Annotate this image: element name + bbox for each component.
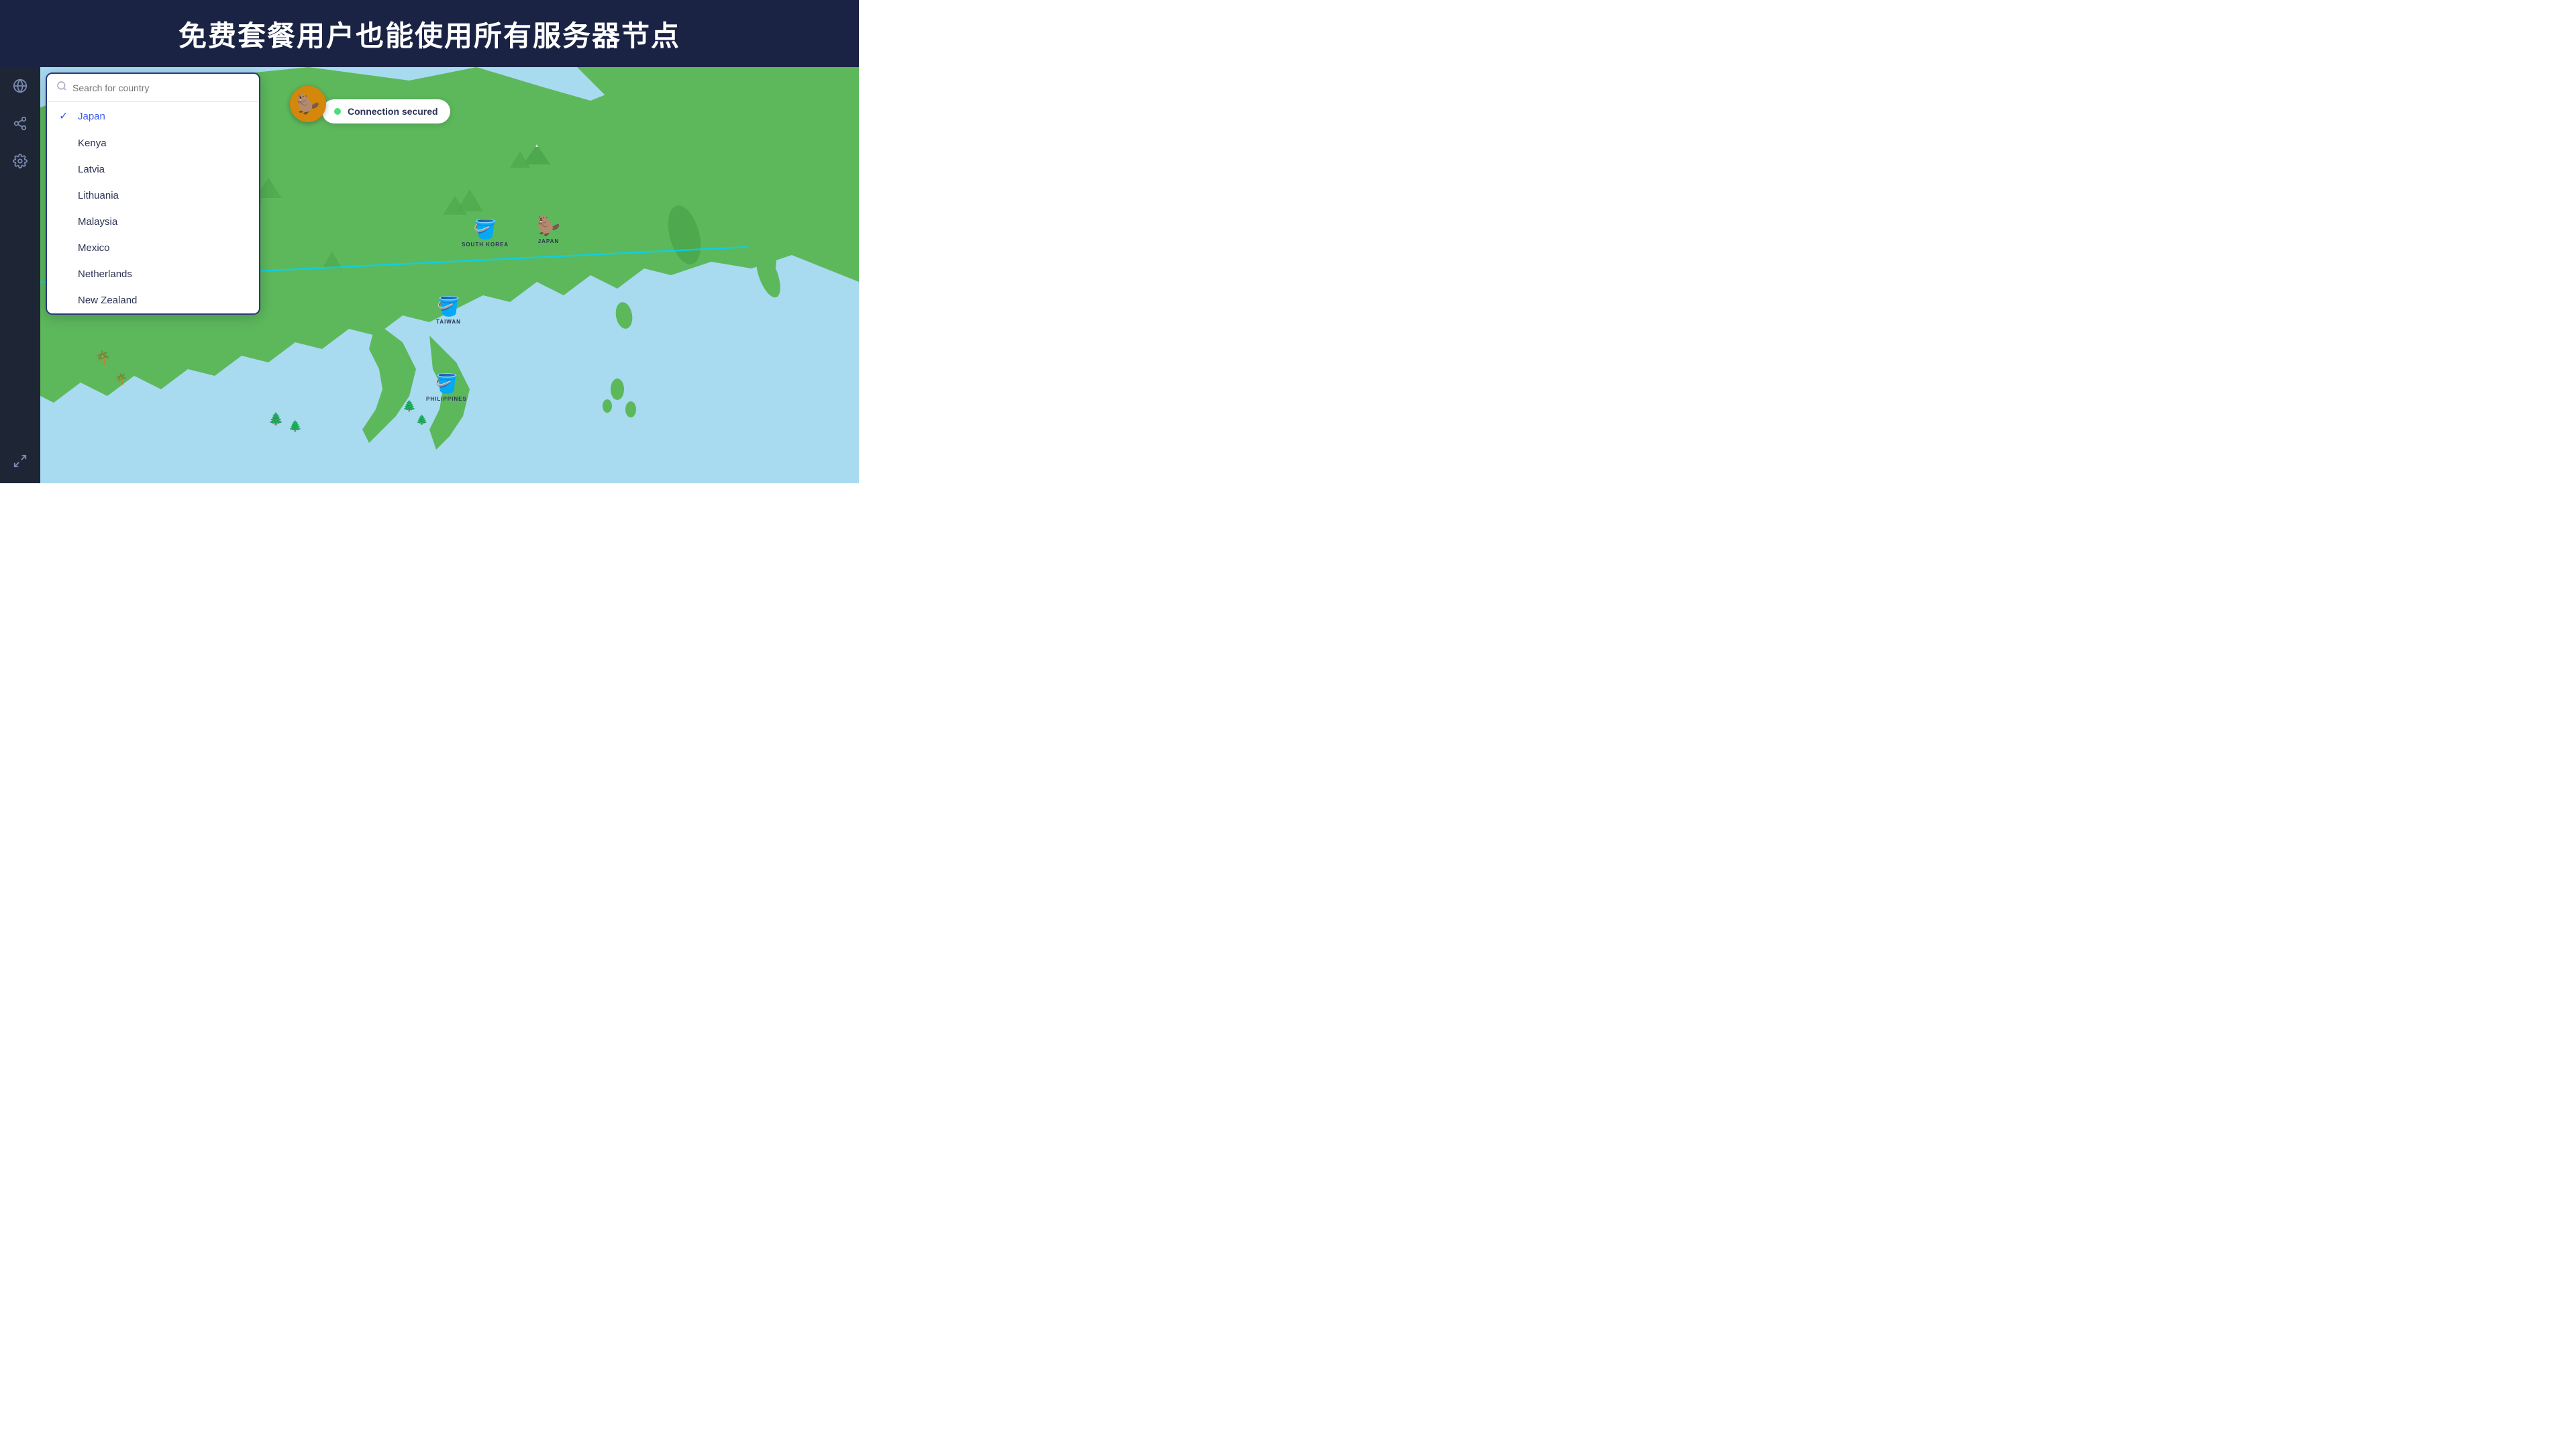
country-name: Japan bbox=[78, 111, 105, 122]
beaver-mascot: 🦫 bbox=[290, 86, 326, 122]
marker-japan[interactable]: 🦫 JAPAN bbox=[537, 215, 560, 244]
globe-icon[interactable] bbox=[8, 74, 32, 98]
marker-icon-south-korea: 🪣 bbox=[474, 218, 497, 240]
connection-status-text: Connection secured bbox=[348, 106, 438, 117]
search-box bbox=[47, 74, 259, 102]
country-name: Netherlands bbox=[78, 268, 132, 280]
beaver-icon: 🦫 bbox=[290, 86, 326, 122]
marker-label-japan: JAPAN bbox=[538, 238, 560, 244]
marker-icon-taiwan: 🪣 bbox=[437, 295, 460, 317]
country-name: Malaysia bbox=[78, 216, 117, 228]
country-name: Kenya bbox=[78, 138, 107, 149]
share-icon[interactable] bbox=[8, 111, 32, 136]
marker-south-korea[interactable]: 🪣 SOUTH KOREA bbox=[462, 218, 509, 248]
sidebar bbox=[0, 67, 40, 483]
connection-status-dot bbox=[334, 108, 341, 115]
country-item[interactable]: Malaysia bbox=[47, 209, 259, 235]
marker-label-south-korea: SOUTH KOREA bbox=[462, 242, 509, 248]
map-area: 🌴 🌴 🌲 🌲 🌲 🌲 🦫 Connection secured 🪣 SOUTH… bbox=[40, 67, 859, 483]
country-name: Lithuania bbox=[78, 190, 119, 201]
header-banner: 免费套餐用户也能使用所有服务器节点 bbox=[0, 0, 859, 67]
country-item[interactable]: Kenya bbox=[47, 130, 259, 156]
marker-label-taiwan: TAIWAN bbox=[436, 319, 461, 325]
country-panel: ✓ Japan Kenya Latvia Lithuania Malaysia Mexico… bbox=[46, 72, 260, 315]
search-icon bbox=[56, 81, 67, 95]
connection-status-bubble: Connection secured bbox=[322, 99, 450, 123]
svg-text:🌲: 🌲 bbox=[289, 419, 302, 432]
svg-text:🌴: 🌴 bbox=[114, 372, 127, 385]
settings-icon[interactable] bbox=[8, 149, 32, 173]
marker-icon-philippines: 🪣 bbox=[435, 372, 458, 395]
svg-text:🌲: 🌲 bbox=[268, 411, 283, 426]
search-input[interactable] bbox=[72, 83, 250, 93]
country-name: Latvia bbox=[78, 164, 105, 175]
marker-taiwan[interactable]: 🪣 TAIWAN bbox=[436, 295, 461, 325]
country-name: Mexico bbox=[78, 242, 110, 254]
country-item[interactable]: Latvia bbox=[47, 156, 259, 183]
country-item[interactable]: New Zealand bbox=[47, 287, 259, 313]
svg-text:🌴: 🌴 bbox=[94, 350, 111, 366]
svg-text:🌲: 🌲 bbox=[416, 414, 427, 426]
country-item[interactable]: Mexico bbox=[47, 235, 259, 261]
check-icon: ✓ bbox=[59, 109, 71, 123]
country-item[interactable]: Lithuania bbox=[47, 183, 259, 209]
marker-label-philippines: PHILIPPINES bbox=[426, 396, 467, 402]
country-name: New Zealand bbox=[78, 295, 137, 306]
marker-philippines[interactable]: 🪣 PHILIPPINES bbox=[426, 372, 467, 402]
marker-icon-japan: 🦫 bbox=[537, 215, 560, 237]
main-area: 🌴 🌴 🌲 🌲 🌲 🌲 🦫 Connection secured 🪣 SOUTH… bbox=[0, 67, 859, 483]
header-title: 免费套餐用户也能使用所有服务器节点 bbox=[178, 13, 680, 54]
country-list: ✓ Japan Kenya Latvia Lithuania Malaysia Mexico… bbox=[47, 102, 259, 313]
expand-icon[interactable] bbox=[8, 449, 32, 473]
svg-text:🌲: 🌲 bbox=[403, 399, 416, 412]
country-item[interactable]: ✓ Japan bbox=[47, 102, 259, 130]
country-item[interactable]: Netherlands bbox=[47, 261, 259, 287]
